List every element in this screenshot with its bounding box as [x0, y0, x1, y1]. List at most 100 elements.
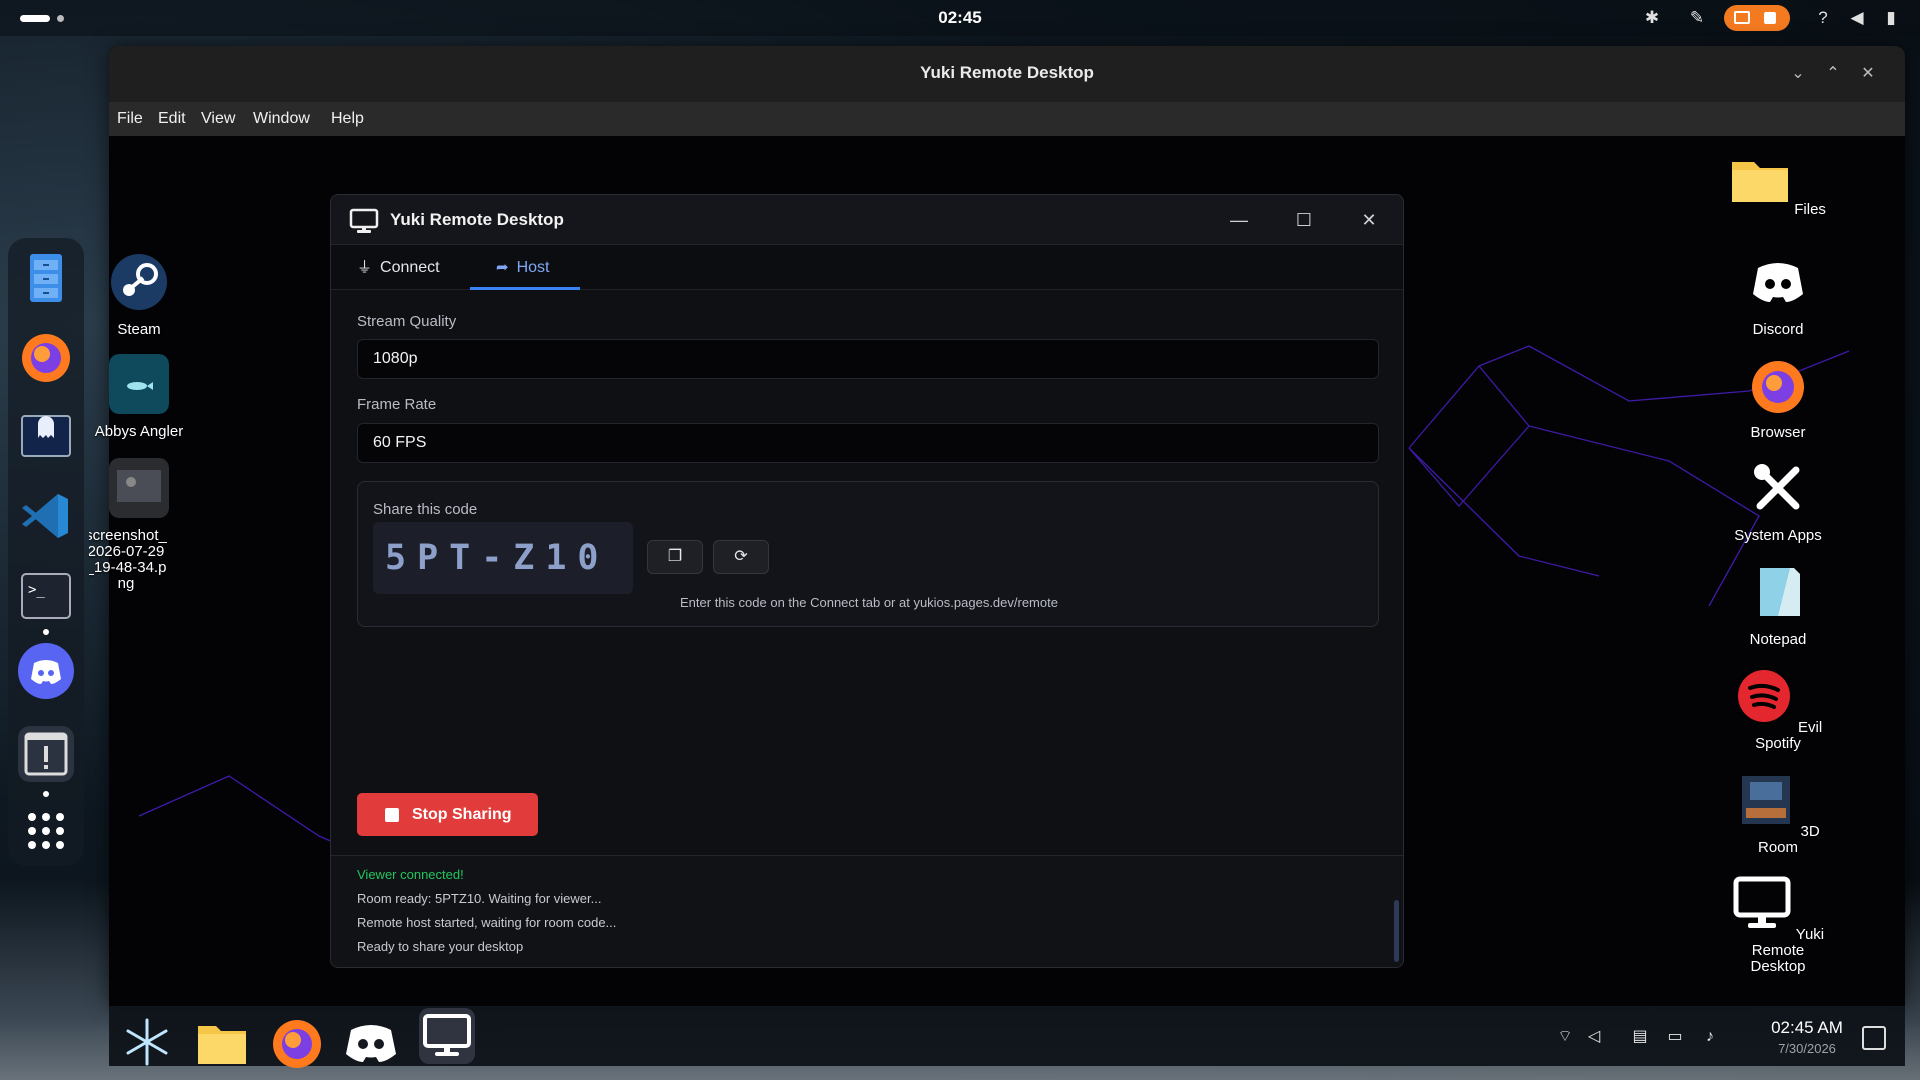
taskbar-files[interactable] [194, 1014, 250, 1070]
desktop-icon-discord[interactable]: Discord [1728, 252, 1828, 338]
stream-quality-select[interactable]: 1080p [357, 339, 1379, 379]
desktop-icon-3d-room[interactable]: 3D Room [1728, 770, 1828, 856]
minimize-icon[interactable]: — [1226, 207, 1252, 233]
desktop-icon-system-apps[interactable]: System Apps [1728, 458, 1828, 544]
frame-rate-label: Frame Rate [357, 396, 437, 413]
volume-icon[interactable]: ◀ [1846, 7, 1868, 29]
desktop-icon-label: Notepad [1749, 631, 1807, 648]
desktop-icon-yuki-remote[interactable]: Yuki Remote Desktop [1728, 873, 1828, 975]
pen-off-icon[interactable]: ✎ [1686, 7, 1708, 29]
snowflake-icon[interactable]: ✱ [1641, 7, 1663, 29]
tab-host[interactable]: ➦ Host [470, 245, 580, 290]
share-arrow-icon: ➦ [496, 259, 509, 276]
desktop-icon-browser[interactable]: Browser [1728, 355, 1828, 441]
battery-charging-icon[interactable]: ▮ [1880, 7, 1902, 29]
taskbar-clock[interactable]: 02:45 AM 7/30/2026 [1757, 1018, 1857, 1056]
taskbar-yuki-remote[interactable] [419, 1008, 475, 1064]
volume-muted-icon[interactable]: ◁ [1583, 1026, 1605, 1048]
discord-icon [1753, 263, 1803, 302]
dialog-titlebar[interactable]: Yuki Remote Desktop — ☐ ✕ [331, 195, 1403, 245]
log-line: Room ready: 5PTZ10. Waiting for viewer..… [357, 891, 602, 906]
desktop-icon-evil-spotify[interactable]: Evil Spotify [1728, 666, 1828, 752]
battery-icon[interactable]: ▭ [1664, 1026, 1686, 1048]
monitor-icon [1733, 876, 1791, 928]
desktop-icon-label: Browser [1750, 424, 1806, 441]
desktop-icon-notepad[interactable]: Notepad [1728, 562, 1828, 648]
file-cabinet-icon [30, 254, 62, 302]
system-alert-app[interactable] [18, 726, 74, 782]
firefox-app[interactable] [18, 328, 74, 384]
stop-icon [385, 808, 399, 822]
tab-connect[interactable]: ⏚ Connect [357, 245, 440, 290]
wifi-icon[interactable]: ⌔ [1554, 1026, 1576, 1048]
menu-edit[interactable]: Edit [158, 110, 186, 128]
menu-file[interactable]: File [117, 110, 143, 128]
desktop-icon-abbys-angler[interactable]: Abbys Angler [89, 354, 189, 440]
tab-label: Host [516, 259, 550, 276]
notification-bell-icon[interactable]: ♪ [1699, 1026, 1721, 1048]
file-cabinet-app[interactable] [18, 250, 74, 306]
desktop-icon-label: System Apps [1734, 527, 1822, 544]
close-icon[interactable]: ✕ [1356, 207, 1382, 233]
desktop-icon-label: Abbys Angler [94, 423, 184, 440]
desktop-icon-label: Files [1794, 201, 1826, 218]
snowflake-icon [126, 1018, 168, 1066]
show-desktop-button[interactable] [1862, 1026, 1886, 1050]
desktop-icon-screenshot[interactable]: screenshot_2026-07-29_19-48-34.png [89, 458, 189, 592]
stop-sharing-button[interactable]: Stop Sharing [357, 793, 538, 836]
discord-icon [18, 643, 74, 699]
clipboard-icon[interactable]: ▤ [1629, 1026, 1651, 1048]
start-menu-button[interactable] [119, 1014, 175, 1070]
chevron-up-icon[interactable]: ⌃ [1822, 63, 1844, 85]
dialog-title: Yuki Remote Desktop [390, 210, 564, 229]
remote-desktop-dialog: Yuki Remote Desktop — ☐ ✕ ⏚ Connect ➦ Host… [330, 194, 1404, 968]
copy-code-button[interactable]: ❐ [647, 540, 703, 574]
terminal-app[interactable]: >_ [18, 568, 74, 624]
log-line: Viewer connected! [357, 867, 464, 882]
share-code-display: 5PT-Z10 [373, 522, 633, 594]
menu-view[interactable]: View [201, 110, 235, 128]
taskbar-discord[interactable] [343, 1014, 399, 1070]
window-title: Yuki Remote Desktop [920, 63, 1094, 82]
desktop-icon-label: Steam [117, 321, 161, 338]
menu-help[interactable]: Help [331, 110, 364, 128]
retro-game-icon [21, 415, 71, 457]
discord-app[interactable] [18, 643, 74, 699]
screen-record-indicator[interactable] [1724, 5, 1790, 31]
top-clock[interactable]: 02:45 [0, 8, 1920, 28]
desktop-icon-steam[interactable]: Steam [89, 252, 189, 338]
pacman-emulator-app[interactable] [18, 408, 74, 464]
firefox-icon [22, 334, 70, 382]
app-grid-button[interactable] [18, 803, 74, 859]
tab-label: Connect [380, 259, 440, 276]
network-question-icon[interactable]: ? [1812, 7, 1834, 29]
chevron-down-icon[interactable]: ⌄ [1787, 63, 1809, 85]
window-titlebar[interactable]: Yuki Remote Desktop ⌄ ⌃ ✕ [109, 46, 1905, 102]
svg-text:>_: >_ [28, 582, 45, 598]
vscode-app[interactable] [18, 488, 74, 544]
vscode-icon [22, 494, 68, 538]
spotify-icon [1737, 670, 1790, 722]
close-icon[interactable]: ✕ [1857, 63, 1879, 85]
terminal-icon: >_ [21, 573, 71, 619]
frame-rate-select[interactable]: 60 FPS [357, 423, 1379, 463]
taskbar-time: 02:45 AM [1771, 1018, 1843, 1037]
desktop-icon-files[interactable]: Files [1728, 148, 1828, 218]
share-code-panel: Share this code 5PT-Z10 ❐ ⟳ Enter this c… [357, 481, 1379, 627]
refresh-icon: ⟳ [734, 548, 748, 565]
running-indicator [43, 791, 49, 797]
desktop-icon-label: Discord [1752, 321, 1804, 338]
menu-window[interactable]: Window [253, 110, 310, 128]
maximize-icon[interactable]: ☐ [1291, 207, 1317, 233]
left-dock: >_ [8, 238, 84, 866]
steam-icon [111, 254, 167, 310]
3d-room-icon [1742, 776, 1791, 824]
monitor-icon [423, 1014, 471, 1056]
menu-bar: File Edit View Window Help [109, 102, 1905, 136]
taskbar-firefox[interactable] [269, 1014, 325, 1070]
taskbar-date: 7/30/2026 [1778, 1041, 1836, 1056]
notepad-icon [1760, 568, 1800, 616]
regenerate-code-button[interactable]: ⟳ [713, 540, 769, 574]
log-line: Ready to share your desktop [357, 939, 524, 954]
log-scrollbar[interactable] [1394, 900, 1399, 962]
